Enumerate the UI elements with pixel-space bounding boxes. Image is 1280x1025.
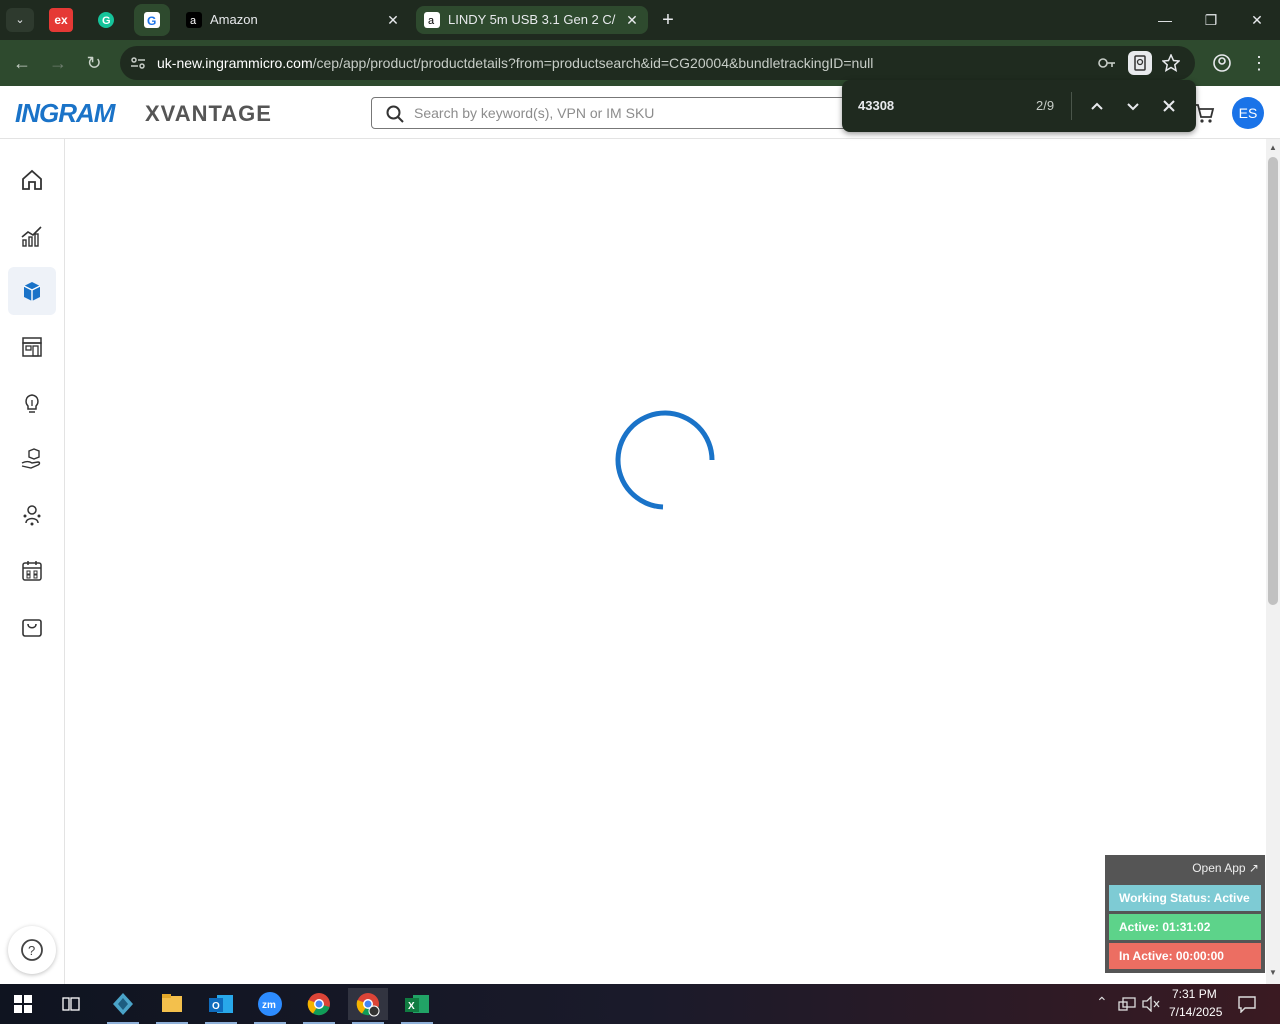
close-window-icon[interactable]: ✕ xyxy=(1234,0,1280,40)
search-icon xyxy=(386,105,404,123)
chrome-icon[interactable] xyxy=(299,988,339,1024)
sidebar-item-calendar[interactable] xyxy=(8,547,56,595)
tab-label: Amazon xyxy=(210,12,258,27)
address-bar[interactable]: uk-new.ingrammicro.com/cep/app/product/p… xyxy=(120,46,1195,80)
g-tab-icon[interactable]: G xyxy=(134,4,170,36)
taskbar-date[interactable]: 7/14/2025 xyxy=(1169,1005,1222,1019)
loading-spinner xyxy=(615,410,715,510)
help-icon: ? xyxy=(21,939,43,961)
url-text[interactable]: uk-new.ingrammicro.com/cep/app/product/p… xyxy=(157,46,873,80)
sidebar-item-services[interactable] xyxy=(8,435,56,483)
outlook-icon[interactable]: O xyxy=(201,988,241,1024)
sidebar-item-analytics[interactable] xyxy=(8,212,56,260)
svg-text:a: a xyxy=(190,15,197,27)
working-status-widget: Open App ↗ Working Status: Active Active… xyxy=(1105,855,1265,973)
bookmark-star-icon[interactable] xyxy=(1162,54,1180,72)
url-host: uk-new.ingrammicro.com xyxy=(157,55,313,71)
find-bar: 43308 2/9 xyxy=(842,80,1196,132)
amazon-icon: a xyxy=(424,12,440,28)
windows-start-icon[interactable] xyxy=(14,995,32,1013)
sidebar-item-network[interactable] xyxy=(8,491,56,539)
ex-tab-icon[interactable]: ex xyxy=(49,8,73,32)
grammarly-tab-icon[interactable]: G xyxy=(94,8,118,32)
svg-text:O: O xyxy=(212,1001,220,1012)
back-icon[interactable]: ← xyxy=(8,49,36,77)
help-button[interactable]: ? xyxy=(8,926,56,974)
taskbar-time[interactable]: 7:31 PM xyxy=(1172,987,1217,1001)
restore-icon[interactable]: ❐ xyxy=(1188,0,1234,40)
svg-text:G: G xyxy=(147,14,156,28)
open-app-link[interactable]: Open App ↗ xyxy=(1192,861,1259,875)
close-icon[interactable]: ✕ xyxy=(384,6,402,34)
network-icon[interactable] xyxy=(1118,996,1136,1012)
taskbar-app-diamond-icon[interactable] xyxy=(103,988,143,1024)
active-time-row: Active: 01:31:02 xyxy=(1109,914,1261,940)
chart-icon xyxy=(21,226,42,247)
svg-text:?: ? xyxy=(28,943,35,958)
tab-lindy[interactable]: a LINDY 5m USB 3.1 Gen 2 C/C A ✕ xyxy=(416,6,648,34)
search-input[interactable] xyxy=(414,102,854,124)
calendar-icon xyxy=(22,561,42,581)
ingram-logo[interactable]: INGRAM xyxy=(15,98,115,129)
box-icon xyxy=(23,282,41,301)
cart-icon[interactable] xyxy=(1193,102,1215,124)
forward-icon[interactable]: → xyxy=(44,49,72,77)
browser-tab-strip: ⌄ ex G G a Amazon ✕ a LINDY 5m USB 3.1 G… xyxy=(0,0,1280,40)
profile-icon[interactable] xyxy=(1212,53,1232,73)
excel-icon[interactable]: X xyxy=(397,988,437,1024)
shopping-bag-icon xyxy=(22,619,42,637)
zoom-icon[interactable]: zm xyxy=(250,988,290,1024)
sidebar-item-shop[interactable] xyxy=(8,603,56,651)
find-match-count: 2/9 xyxy=(1036,98,1055,113)
scrollbar-thumb[interactable] xyxy=(1268,157,1278,605)
file-explorer-icon[interactable] xyxy=(152,988,192,1024)
site-info-icon[interactable] xyxy=(130,55,146,71)
chrome-profile-icon[interactable] xyxy=(348,988,388,1024)
store-icon xyxy=(22,337,42,357)
tray-overflow-icon[interactable]: ⌃ xyxy=(1096,994,1108,1011)
find-close-icon[interactable] xyxy=(1157,94,1181,118)
sidebar xyxy=(0,139,65,984)
scroll-down-icon[interactable]: ▼ xyxy=(1269,968,1277,977)
amazon-icon: a xyxy=(186,12,202,28)
svg-text:a: a xyxy=(428,15,435,27)
sidebar-item-home[interactable] xyxy=(8,156,56,204)
find-divider xyxy=(1071,92,1072,120)
page-scrollbar[interactable]: ▲ ▼ xyxy=(1266,139,1280,984)
lightbulb-icon xyxy=(25,394,39,413)
hand-box-icon xyxy=(21,448,41,469)
scroll-up-icon[interactable]: ▲ xyxy=(1269,143,1277,152)
find-input[interactable]: 43308 xyxy=(858,98,894,113)
taskbar: O zm X ⌃ 7:31 PM 7/14/2025 xyxy=(0,984,1280,1024)
close-icon[interactable]: ✕ xyxy=(623,6,641,34)
sidebar-item-insights[interactable] xyxy=(8,379,56,427)
volume-muted-icon[interactable] xyxy=(1142,996,1160,1012)
svg-text:zm: zm xyxy=(262,1000,276,1011)
new-tab-button[interactable]: + xyxy=(656,6,680,34)
search-box[interactable] xyxy=(371,97,871,129)
notifications-icon[interactable] xyxy=(1238,995,1256,1013)
browser-menu-icon[interactable]: ⋮ xyxy=(1250,52,1268,74)
tab-label: LINDY 5m USB 3.1 Gen 2 C/C A xyxy=(448,12,616,27)
tab-amazon[interactable]: a Amazon ✕ xyxy=(180,6,408,34)
sidebar-item-store[interactable] xyxy=(8,323,56,371)
svg-text:X: X xyxy=(408,1001,415,1012)
url-path: /cep/app/product/productdetails?from=pro… xyxy=(312,55,874,71)
xvantage-logo[interactable]: XVANTAGE xyxy=(145,101,272,127)
key-icon[interactable] xyxy=(1098,55,1116,71)
home-icon xyxy=(22,169,42,190)
avatar[interactable]: ES xyxy=(1232,97,1264,129)
svg-text:G: G xyxy=(102,15,111,27)
working-status-row: Working Status: Active xyxy=(1109,885,1261,911)
find-next-icon[interactable] xyxy=(1121,94,1145,118)
sidebar-item-products[interactable] xyxy=(8,267,56,315)
reload-icon[interactable]: ↻ xyxy=(80,49,108,77)
find-in-page-icon[interactable] xyxy=(1128,51,1152,75)
people-network-icon xyxy=(23,505,41,526)
tab-search-button[interactable]: ⌄ xyxy=(6,8,34,32)
inactive-time-row: In Active: 00:00:00 xyxy=(1109,943,1261,969)
minimize-icon[interactable]: — xyxy=(1142,0,1188,40)
find-previous-icon[interactable] xyxy=(1085,94,1109,118)
task-view-icon[interactable] xyxy=(62,995,80,1013)
